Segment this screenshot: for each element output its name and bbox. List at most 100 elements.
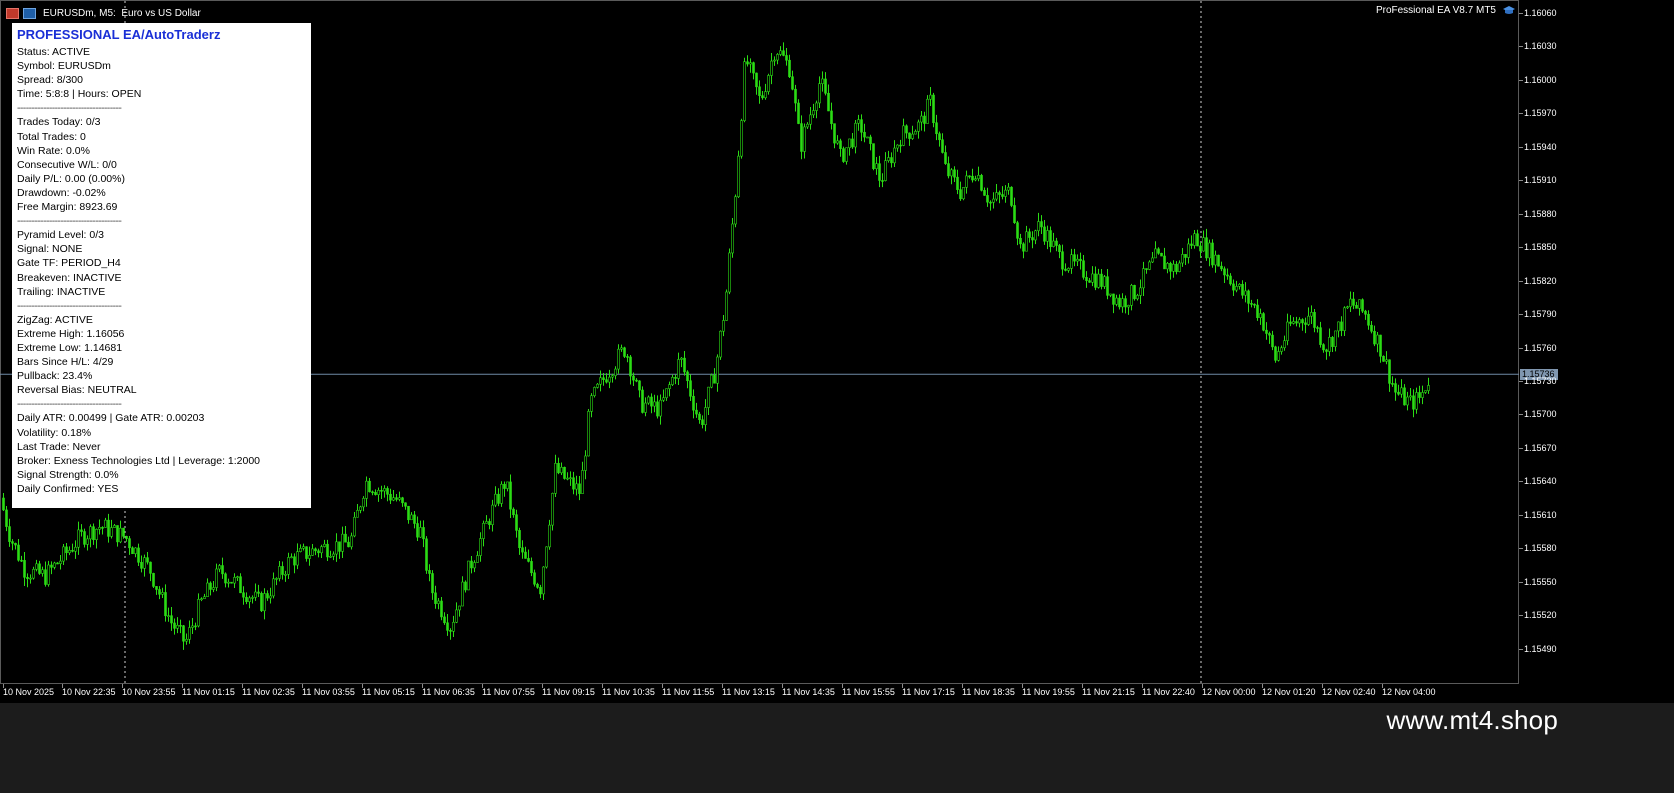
candle-body	[461, 581, 464, 607]
candle-body	[1208, 242, 1211, 259]
candle-body	[947, 163, 950, 177]
candle-body	[170, 615, 173, 624]
candle-body	[566, 477, 569, 480]
candle-body	[587, 411, 590, 457]
candle-body	[995, 192, 998, 200]
candle-body	[950, 169, 953, 177]
candle-body	[470, 560, 473, 569]
price-tick-mark	[1519, 146, 1523, 148]
candle-body	[632, 375, 635, 381]
price-tick-label: 1.15880	[1524, 208, 1557, 219]
candle-body	[761, 95, 764, 99]
candle-body	[362, 498, 365, 508]
candle-body	[737, 155, 740, 198]
candle-body	[1145, 268, 1148, 270]
candle-body	[401, 497, 404, 504]
candle-body	[1163, 255, 1166, 270]
candle-body	[698, 413, 701, 421]
candle-body	[191, 625, 194, 628]
candle-body	[935, 122, 938, 135]
candle-body	[1403, 387, 1406, 406]
candle-body	[530, 561, 533, 574]
candle-body	[989, 201, 992, 204]
candle-body	[305, 546, 308, 559]
candle-body	[122, 527, 125, 537]
candle-body	[338, 541, 341, 552]
candle-body	[263, 593, 266, 612]
trading-icon[interactable]	[23, 7, 36, 19]
price-tick-mark	[1519, 581, 1523, 583]
candle-body	[1262, 313, 1265, 331]
candle-body	[527, 558, 530, 562]
candle-body	[611, 375, 614, 378]
candle-body	[1409, 395, 1412, 398]
price-tick-mark	[1519, 280, 1523, 282]
candle-body	[26, 577, 29, 579]
candle-body	[836, 140, 839, 144]
candle-body	[311, 548, 314, 556]
candle-body	[590, 395, 593, 412]
candle-body	[359, 506, 362, 511]
expert-advisor-badge[interactable]: ProFessional EA V8.7 MT5	[1376, 5, 1516, 16]
candle-body	[689, 380, 692, 397]
candle-body	[578, 483, 581, 494]
candle-body	[1031, 237, 1034, 241]
time-tick-label: 11 Nov 15:55	[842, 687, 895, 697]
candle-body	[365, 480, 368, 499]
panel-line: Trailing: INACTIVE	[17, 285, 106, 298]
candle-body	[1202, 237, 1205, 252]
candle-body	[1343, 307, 1346, 331]
candle-body	[425, 538, 428, 571]
candle-body	[332, 553, 335, 557]
candle-body	[599, 377, 602, 385]
candle-body	[602, 377, 605, 380]
panel-line: Pullback: 23.4%	[17, 370, 93, 383]
candle-body	[1244, 290, 1247, 296]
time-tick-label: 12 Nov 00:00	[1202, 687, 1256, 697]
candle-body	[788, 59, 791, 78]
candle-body	[722, 320, 725, 332]
candle-body	[713, 374, 716, 384]
candle-body	[71, 550, 74, 552]
time-tick-label: 11 Nov 19:55	[1022, 687, 1075, 697]
candle-body	[608, 376, 611, 383]
candle-body	[347, 541, 350, 548]
panel-line: Extreme High: 1.16056	[17, 327, 125, 340]
candle-body	[1010, 186, 1013, 206]
candle-body	[1280, 347, 1283, 352]
price-tick-mark	[1519, 347, 1523, 349]
candle-body	[1283, 340, 1286, 349]
candle-body	[1046, 230, 1049, 242]
candle-body	[908, 132, 911, 139]
candle-body	[242, 592, 245, 598]
candle-body	[44, 569, 47, 585]
chart-menu-icon[interactable]	[6, 7, 19, 19]
candle-body	[14, 542, 17, 546]
panel-separator: ------------------------------------	[17, 215, 122, 228]
candle-body	[1067, 268, 1070, 271]
candle-body	[572, 477, 575, 490]
candle-body	[1337, 321, 1340, 332]
candle-body	[1421, 392, 1424, 398]
candle-body	[914, 131, 917, 135]
candle-body	[665, 388, 668, 399]
candle-body	[806, 123, 809, 128]
time-tick-label: 10 Nov 23:55	[122, 687, 176, 697]
candle-body	[683, 357, 686, 373]
candle-body	[86, 538, 89, 545]
candle-body	[779, 50, 782, 55]
candle-body	[323, 543, 326, 547]
panel-line: Broker: Exness Technologies Ltd | Levera…	[17, 454, 261, 467]
candle-body	[1157, 248, 1160, 254]
candle-body	[1127, 305, 1130, 308]
candle-body	[1322, 344, 1325, 351]
candle-body	[542, 566, 545, 595]
candle-body	[857, 119, 860, 124]
candle-body	[1055, 240, 1058, 246]
panel-line: Time: 5:8:8 | Hours: OPEN	[17, 88, 142, 101]
candle-body	[536, 583, 539, 588]
panel-line: Win Rate: 0.0%	[17, 144, 90, 157]
candle-body	[377, 490, 380, 495]
candle-body	[1358, 299, 1361, 309]
candle-body	[152, 573, 155, 587]
